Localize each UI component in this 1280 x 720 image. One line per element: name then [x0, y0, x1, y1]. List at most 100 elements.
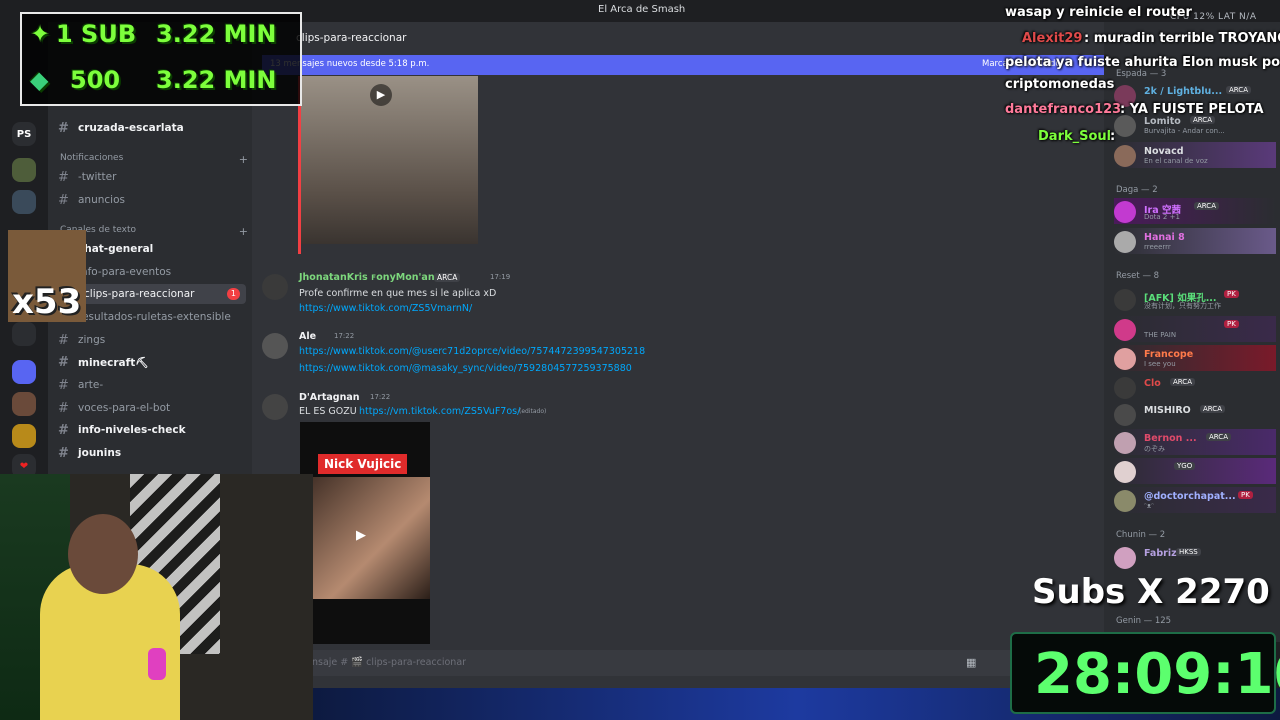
member-item[interactable]: [AFK] 如果孔... PK 没有计划，只有努力工作	[1114, 286, 1276, 312]
member-name: Clo	[1144, 378, 1161, 389]
play-icon[interactable]: ▶	[356, 528, 366, 543]
avatar	[1114, 348, 1136, 370]
emote-overlay: x53	[8, 230, 86, 322]
member-item[interactable]: PK THE PAIN	[1114, 316, 1276, 342]
server-icon[interactable]	[12, 424, 36, 448]
member-item[interactable]: Clo ARCA	[1114, 374, 1276, 400]
gift-icon[interactable]: ▦	[966, 656, 976, 669]
member-name: Fabriz	[1144, 548, 1177, 559]
message: D'Artagnan 17:22 EL ES GOZU https://vm.t…	[262, 392, 1082, 422]
avatar	[1114, 231, 1136, 253]
server-icon[interactable]	[12, 322, 36, 346]
role-tag: HKSS	[1176, 548, 1201, 556]
channel-anuncios[interactable]: # anuncios	[48, 190, 244, 210]
play-icon[interactable]: ▶	[370, 84, 392, 106]
category-notificaciones[interactable]: Notificaciones +	[60, 153, 248, 166]
new-messages-bar[interactable]: 13 mensajes nuevos desde 5:18 p.m. Marca…	[262, 55, 1104, 75]
edited-label: (editado)	[519, 408, 547, 415]
member-group-label: Daga — 2	[1116, 185, 1158, 195]
member-name: Hanai 8	[1144, 232, 1185, 243]
channel-label: info-niveles-check	[78, 424, 186, 436]
role-tag: ARCA	[1170, 378, 1195, 386]
avatar	[1114, 461, 1136, 483]
add-channel-icon[interactable]: +	[239, 225, 248, 238]
message-author[interactable]: JhonatanKris ꜰonyMon'ana™	[299, 272, 451, 283]
unread-badge: 1	[226, 288, 240, 300]
channel-zings[interactable]: # zings	[48, 330, 244, 350]
sub-line2-label: 500	[70, 66, 121, 94]
message-input[interactable]: nsaje # 🎬 clips-para-reaccionar ▦	[300, 650, 1020, 676]
member-status: En el canal de voz	[1144, 157, 1208, 165]
input-placeholder: nsaje # 🎬 clips-para-reaccionar	[312, 657, 467, 668]
video-embed[interactable]: ▶	[300, 76, 478, 244]
message-time: 17:22	[370, 393, 391, 401]
avatar[interactable]	[262, 394, 288, 420]
server-icon[interactable]	[12, 190, 36, 214]
channel-label: resultados-ruletas-extensible	[78, 311, 231, 323]
hash-icon: #	[58, 377, 69, 393]
channel-arte[interactable]: # arte-	[48, 375, 244, 395]
message-time: 17:22	[334, 332, 355, 340]
subs-counter: Subs X 2270	[1032, 572, 1270, 612]
message-author[interactable]: D'Artagnan	[299, 392, 360, 403]
member-item[interactable]: Bernon ... ARCA のぞみ	[1114, 429, 1276, 455]
server-icon[interactable]	[12, 158, 36, 182]
member-group-label: Genin — 125	[1116, 616, 1172, 626]
avatar[interactable]	[262, 333, 288, 359]
member-status: 没有计划，只有努力工作	[1144, 302, 1221, 310]
member-status: THE PAIN	[1144, 331, 1177, 339]
member-item[interactable]: MISHIRO ARCA	[1114, 401, 1276, 427]
avatar[interactable]	[262, 274, 288, 300]
video-embed[interactable]: Nick Vujicic ▶	[300, 422, 430, 644]
category-label: Notificaciones	[60, 153, 124, 163]
channel-cruzada-escarlata[interactable]: # cruzada-escarlata	[48, 118, 244, 138]
avatar	[1114, 201, 1136, 223]
member-item[interactable]: Ira 空茜 ARCA Dota 2 +1	[1114, 198, 1276, 224]
channel-label: info-para-eventos	[78, 266, 172, 278]
chat-line: : YA FUISTE PELOTA	[1120, 102, 1264, 117]
member-group-label: Reset — 8	[1116, 271, 1160, 281]
channel-label: chat-general	[78, 243, 154, 255]
member-item[interactable]: Hanai 8 rreeerrr	[1114, 228, 1276, 254]
server-icon[interactable]	[12, 392, 36, 416]
add-channel-icon[interactable]: +	[239, 153, 248, 166]
folder-icon[interactable]	[12, 360, 36, 384]
channel-twitter[interactable]: # -twitter	[48, 167, 244, 187]
channel-jounins[interactable]: # jounins	[48, 443, 244, 463]
role-tag: PK	[1224, 320, 1239, 328]
chat-line: wasap y reinicie el router	[1005, 5, 1192, 20]
message-link[interactable]: https://vm.tiktok.com/ZS5VuF7os/	[359, 406, 520, 417]
member-item[interactable]: Fabriz HKSS	[1114, 544, 1276, 570]
avatar	[1114, 432, 1136, 454]
message-time: 17:19	[490, 273, 511, 281]
member-item[interactable]: Francope I see you	[1114, 345, 1276, 371]
avatar	[1114, 547, 1136, 569]
role-tag: YGO	[1174, 462, 1196, 470]
member-status: ᵔᴥᵔ	[1144, 502, 1155, 510]
server-icon-ps[interactable]: PS	[12, 122, 36, 146]
category-canales-de-texto[interactable]: Canales de texto +	[60, 225, 248, 238]
star-icon: ✦	[30, 20, 51, 48]
member-item[interactable]: @doctorchapat... PK ᵔᴥᵔ	[1114, 487, 1276, 513]
avatar	[1114, 404, 1136, 426]
member-status: Dota 2 +1	[1144, 213, 1180, 221]
emote-multiplier: x53	[12, 282, 82, 322]
message-text: Profe confirme en que mes si le aplica x…	[299, 288, 497, 299]
message-link[interactable]: https://www.tiktok.com/ZS5VmarnN/	[299, 303, 472, 314]
channel-voces-para-el-bot[interactable]: # voces-para-el-bot	[48, 398, 244, 418]
channel-label: -twitter	[78, 171, 117, 183]
message-author[interactable]: Ale	[299, 331, 316, 342]
chat-line: pelota ya fuiste ahurita Elon musk pondr…	[1005, 55, 1280, 70]
hash-icon: #	[58, 400, 69, 416]
member-name: Bernon ...	[1144, 433, 1197, 444]
role-tag: PK	[1224, 290, 1239, 298]
channel-label: minecraft⛏	[78, 356, 149, 369]
message-link[interactable]: https://www.tiktok.com/@userc71d2oprce/v…	[299, 346, 645, 357]
message-text: EL ES GOZU	[299, 406, 357, 417]
timer-value: 28:09:10	[1034, 642, 1280, 707]
channel-info-niveles-check[interactable]: # info-niveles-check	[48, 420, 244, 440]
message-link[interactable]: https://www.tiktok.com/@masaky_sync/vide…	[299, 363, 632, 374]
stream-chat-overlay: wasap y reinicie el router Alexit29 : mu…	[1002, 0, 1280, 150]
channel-minecraft[interactable]: # minecraft⛏	[48, 352, 244, 372]
member-item[interactable]: YGO	[1114, 458, 1276, 484]
